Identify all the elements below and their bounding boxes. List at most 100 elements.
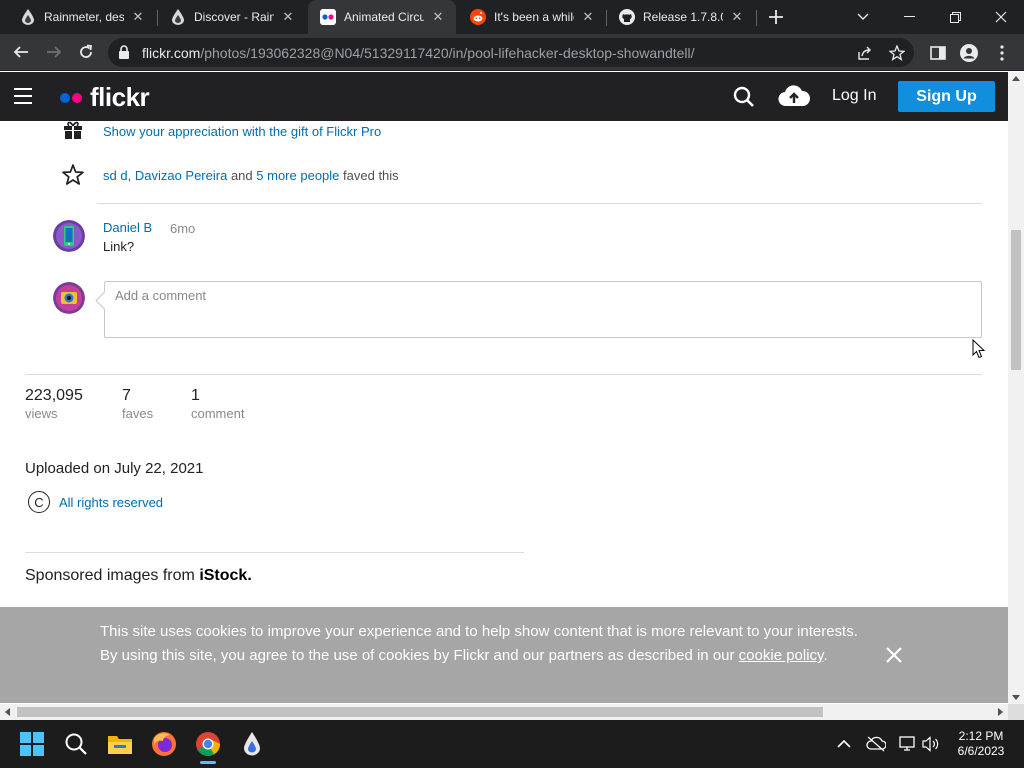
license-link[interactable]: All rights reserved (59, 495, 163, 510)
divider (25, 552, 524, 553)
cookie-period: . (823, 647, 828, 664)
system-clock[interactable]: 2:12 PM 6/6/2023 (950, 729, 1012, 759)
display-network-icon[interactable] (898, 734, 918, 754)
back-button[interactable] (7, 38, 35, 66)
chrome-icon[interactable] (192, 728, 224, 764)
reload-icon (80, 44, 93, 58)
browser-tab[interactable]: It's been a while ✕ (458, 0, 606, 34)
cookie-banner: This site uses cookies to improve your e… (0, 607, 1008, 703)
scroll-up-arrow-icon[interactable] (1012, 76, 1020, 81)
hamburger-menu-icon[interactable] (14, 88, 32, 104)
reload-button[interactable] (72, 38, 100, 66)
minimize-icon (903, 16, 915, 17)
volume-icon[interactable] (921, 734, 941, 754)
faved-and: and (230, 168, 253, 183)
faved-more-link[interactable]: 5 more people (256, 168, 339, 183)
browser-tab[interactable]: Discover - Rainm ✕ (158, 0, 306, 34)
browser-tab[interactable]: Release 1.7.8.0 · ✕ (607, 0, 755, 34)
star-icon (60, 162, 86, 188)
comment-input[interactable] (115, 288, 965, 303)
stat-label: faves (122, 406, 154, 421)
copyright-icon: C (28, 491, 50, 513)
file-explorer-icon[interactable] (104, 728, 136, 760)
rainmeter-icon[interactable] (236, 728, 268, 760)
flickr-icon (320, 9, 336, 25)
upload-date: Uploaded on July 22, 2021 (25, 460, 204, 477)
scroll-down-arrow-icon[interactable] (1012, 695, 1020, 700)
signup-button[interactable]: Sign Up (898, 81, 995, 112)
share-icon[interactable] (856, 44, 874, 62)
horizontal-scrollbar[interactable] (0, 704, 1008, 720)
url-path: /photos/193062328@N04/51329117420/in/poo… (200, 45, 695, 61)
rainmeter-drop-icon (170, 9, 186, 25)
close-tab-icon[interactable]: ✕ (130, 9, 146, 25)
close-icon (995, 11, 1007, 23)
scroll-thumb[interactable] (17, 707, 823, 717)
logo-pink-dot (72, 92, 82, 103)
comment-box[interactable] (104, 281, 982, 338)
firefox-icon[interactable] (148, 728, 180, 760)
close-tab-icon[interactable]: ✕ (430, 9, 446, 25)
github-icon (619, 9, 635, 25)
close-window-button[interactable] (978, 0, 1024, 34)
browser-tab[interactable]: Rainmeter, desk ✕ (8, 0, 156, 34)
windows-taskbar: 2:12 PM 6/6/2023 (0, 720, 1024, 768)
faved-separator: , (127, 168, 132, 183)
browser-tab-active[interactable]: Animated Circul ✕ (308, 0, 456, 34)
stat-label: comment (191, 406, 245, 421)
arrow-left-icon (13, 46, 28, 58)
faved-suffix: faved this (343, 168, 399, 183)
kebab-menu-icon[interactable] (992, 43, 1012, 63)
comment-author-link[interactable]: Daniel B (103, 220, 152, 235)
close-icon[interactable] (884, 645, 904, 665)
tab-search-button[interactable] (840, 0, 886, 34)
profile-icon[interactable] (959, 43, 979, 63)
tab-title: Rainmeter, desk (44, 10, 124, 24)
new-tab-button[interactable] (764, 5, 788, 29)
scroll-right-arrow-icon[interactable] (998, 708, 1003, 716)
avatar (53, 282, 85, 314)
login-link[interactable]: Log In (832, 87, 876, 105)
license-row[interactable]: C All rights reserved (28, 491, 163, 513)
logo-blue-dot (60, 92, 70, 103)
cookie-message: This site uses cookies to improve your e… (100, 620, 860, 668)
arrow-right-icon (47, 46, 62, 58)
stat-value: 1 (191, 387, 200, 404)
close-tab-icon[interactable]: ✕ (729, 9, 745, 25)
bookmark-star-icon[interactable] (888, 44, 906, 62)
no-sync-icon[interactable] (866, 734, 886, 754)
avatar[interactable] (53, 220, 85, 252)
cookie-policy-link[interactable]: cookie policy (739, 647, 824, 664)
flickr-logo[interactable]: flickr (60, 82, 150, 113)
close-tab-icon[interactable]: ✕ (580, 9, 596, 25)
mouse-cursor-icon (972, 338, 986, 364)
divider (97, 203, 982, 204)
url-host: flickr.com (142, 45, 201, 61)
minimize-button[interactable] (886, 0, 932, 34)
faved-user-link[interactable]: sd d (103, 168, 128, 183)
upload-cloud-icon[interactable] (778, 84, 811, 108)
search-icon[interactable] (732, 85, 756, 109)
gift-pro-link[interactable]: Show your appreciation with the gift of … (103, 124, 381, 139)
windows-start-icon[interactable] (16, 728, 48, 760)
logo-text: flickr (90, 82, 150, 112)
url-text[interactable]: flickr.com/photos/193062328@N04/51329117… (142, 45, 695, 61)
scrollbar-corner (1008, 704, 1024, 720)
side-panel-icon[interactable] (928, 43, 948, 63)
tab-title: It's been a while (494, 10, 574, 24)
close-tab-icon[interactable]: ✕ (280, 9, 296, 25)
forward-button[interactable] (40, 38, 68, 66)
faved-user-link[interactable]: Davizao Pereira (135, 168, 228, 183)
address-bar[interactable]: flickr.com/photos/193062328@N04/51329117… (108, 38, 914, 67)
restore-button[interactable] (932, 0, 978, 34)
stat-value: 223,095 (25, 387, 83, 404)
istock-logo[interactable]: iStock. (199, 567, 251, 584)
vertical-scrollbar[interactable] (1008, 72, 1024, 704)
lock-icon[interactable] (118, 45, 130, 64)
chevron-up-icon[interactable] (834, 734, 854, 754)
search-icon[interactable] (60, 728, 92, 760)
scroll-left-arrow-icon[interactable] (5, 708, 10, 716)
tab-title: Release 1.7.8.0 · (643, 10, 723, 24)
comment-time[interactable]: 6mo (170, 221, 195, 236)
scroll-thumb[interactable] (1011, 230, 1021, 370)
